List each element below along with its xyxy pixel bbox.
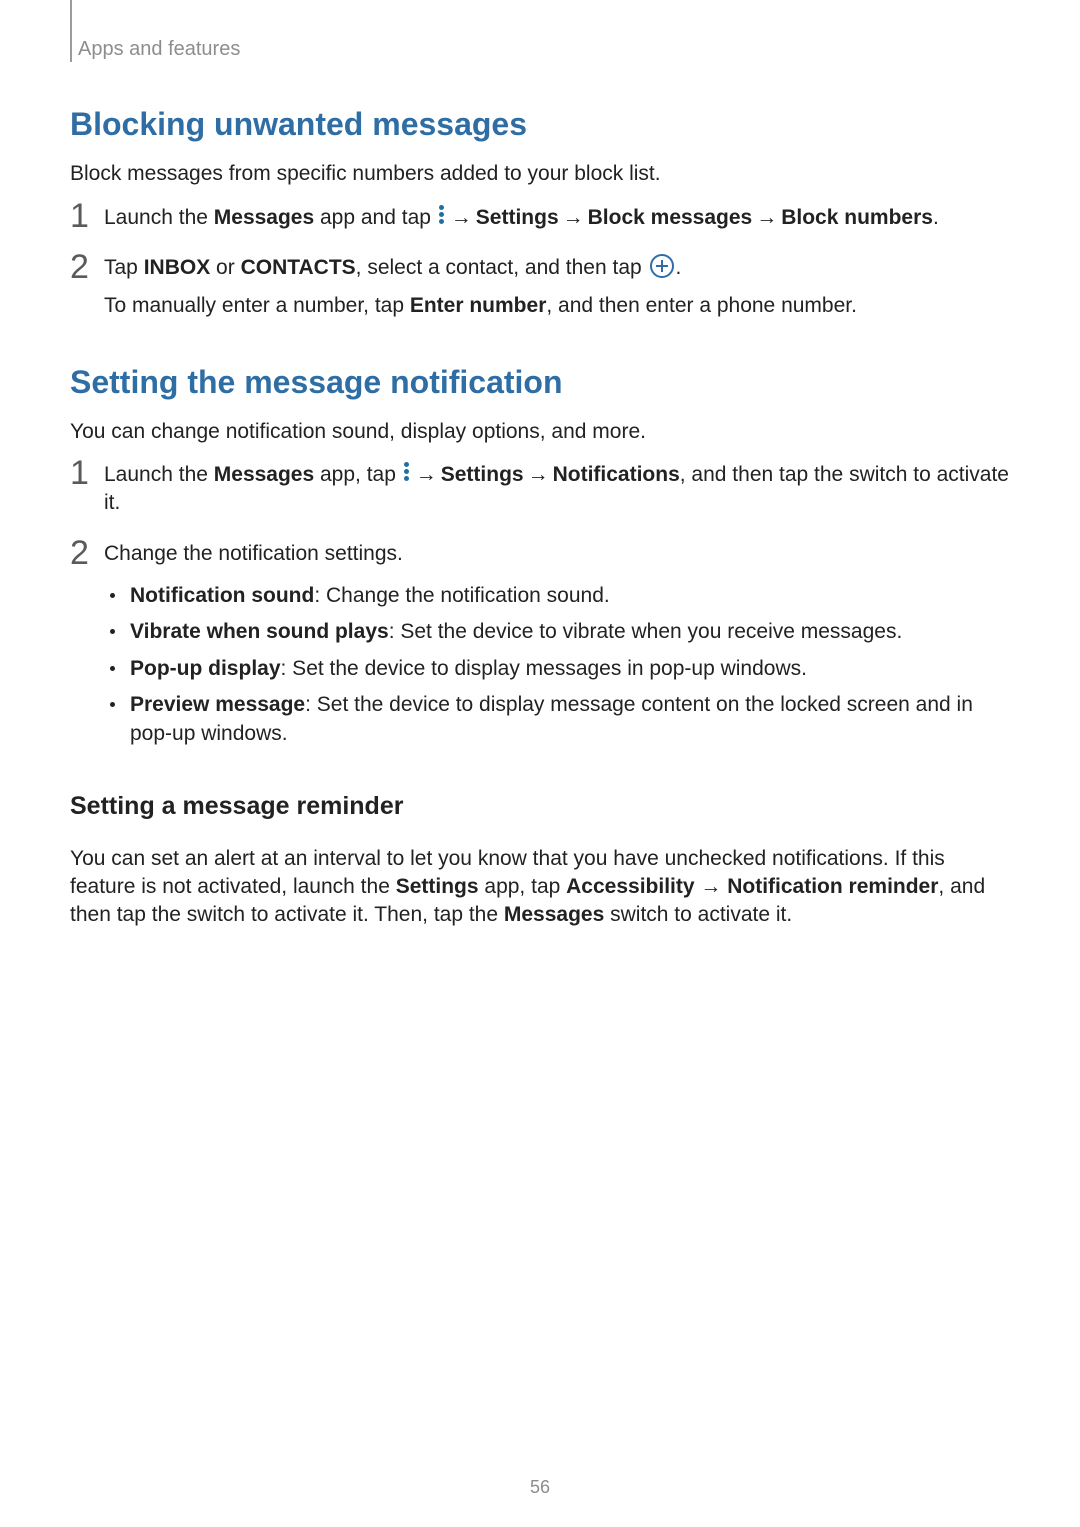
notification-options: Notification sound: Change the notificat… [104,582,1010,748]
text: app and tap [314,206,437,229]
notification-steps: 1 Launch the Messages app, tap →Settings… [70,460,1010,756]
menu-item: Block messages [588,206,753,229]
blocking-steps: 1 Launch the Messages app and tap →Setti… [70,203,1010,331]
blocking-step-1: 1 Launch the Messages app and tap →Setti… [70,203,1010,242]
text: , select a contact, and then tap [356,256,648,279]
heading-notification: Setting the message notification [70,361,1010,404]
heading-blocking: Blocking unwanted messages [70,103,1010,146]
step-number: 1 [70,456,104,490]
menu-item: Settings [476,206,559,229]
reminder-paragraph: You can set an alert at an interval to l… [70,845,1010,930]
switch-name: Messages [504,903,604,926]
more-options-icon [402,460,412,483]
step-number: 2 [70,250,104,284]
arrow-icon: → [524,463,553,486]
menu-item: Accessibility [566,875,694,898]
option-title: Pop-up display [130,657,281,680]
option-title: Preview message [130,693,305,716]
menu-item: Block numbers [781,206,933,229]
arrow-icon: → [559,206,588,229]
arrow-icon: → [752,206,781,229]
document-page: Apps and features Blocking unwanted mess… [0,0,1080,1527]
app-name: Messages [214,206,314,229]
text: app, tap [314,463,402,486]
arrow-icon: → [412,463,441,486]
text: switch to activate it. [604,903,792,926]
menu-item: Settings [441,463,524,486]
field-name: Enter number [410,294,547,317]
heading-reminder: Setting a message reminder [70,790,1010,824]
notification-step-1: 1 Launch the Messages app, tap →Settings… [70,460,1010,528]
step-text: Launch the Messages app and tap →Setting… [104,203,1010,232]
tab-name: CONTACTS [241,256,356,279]
page-number: 56 [0,1475,1080,1499]
step-body: Tap INBOX or CONTACTS, select a contact,… [104,254,1010,331]
menu-item: Notifications [553,463,680,486]
text: Launch the [104,206,214,229]
step-text: Launch the Messages app, tap →Settings→N… [104,460,1010,518]
header-rule [70,0,72,62]
step-body: Change the notification settings. Notifi… [104,540,1010,756]
app-name: Messages [214,463,314,486]
app-name: Settings [396,875,479,898]
arrow-icon: → [447,206,476,229]
option-desc: : Change the notification sound. [314,584,609,607]
blocking-intro: Block messages from specific numbers add… [70,160,1010,188]
step-text: Change the notification settings. [104,540,1010,568]
option-title: Notification sound [130,584,314,607]
option-item: Pop-up display: Set the device to displa… [104,655,1010,683]
text: Tap [104,256,144,279]
text: , and then enter a phone number. [546,294,857,317]
text: . [676,256,682,279]
option-item: Vibrate when sound plays: Set the device… [104,618,1010,646]
tab-name: INBOX [144,256,211,279]
step-number: 1 [70,199,104,233]
step-body: Launch the Messages app, tap →Settings→N… [104,460,1010,528]
text: To manually enter a number, tap [104,294,410,317]
arrow-icon: → [695,875,728,898]
add-plus-icon [650,254,674,278]
text: Launch the [104,463,214,486]
text: app, tap [479,875,567,898]
step-body: Launch the Messages app and tap →Setting… [104,203,1010,242]
option-item: Preview message: Set the device to displ… [104,691,1010,748]
option-item: Notification sound: Change the notificat… [104,582,1010,610]
blocking-step-2: 2 Tap INBOX or CONTACTS, select a contac… [70,254,1010,331]
step-number: 2 [70,536,104,570]
more-options-icon [437,203,447,226]
notification-intro: You can change notification sound, displ… [70,418,1010,446]
text: or [210,256,240,279]
option-desc: : Set the device to display messages in … [281,657,807,680]
option-desc: : Set the device to vibrate when you rec… [389,620,903,643]
step-text: Tap INBOX or CONTACTS, select a contact,… [104,254,1010,282]
step-subtext: To manually enter a number, tap Enter nu… [104,292,1010,320]
option-title: Vibrate when sound plays [130,620,389,643]
section-breadcrumb: Apps and features [70,36,1010,63]
text: . [933,206,939,229]
menu-item: Notification reminder [727,875,938,898]
notification-step-2: 2 Change the notification settings. Noti… [70,540,1010,756]
